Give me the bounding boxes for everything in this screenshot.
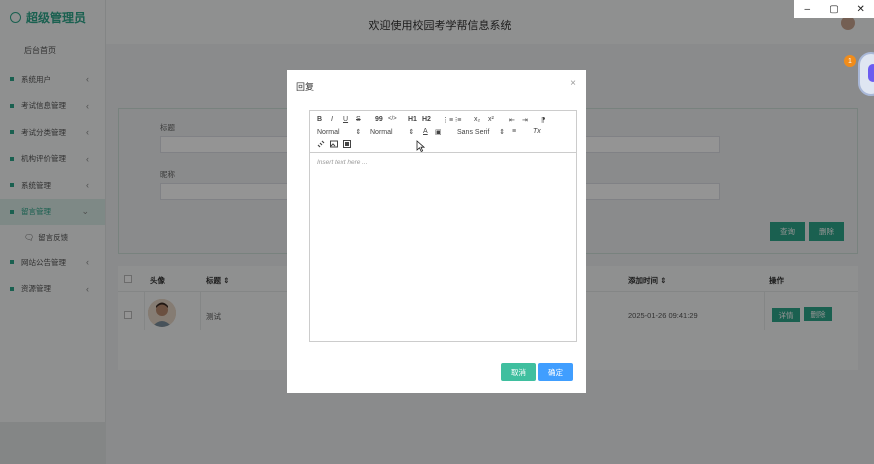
assistant-core-icon — [868, 64, 874, 82]
code-block-button[interactable]: </> — [388, 116, 397, 122]
blockquote-button[interactable]: 99 — [375, 116, 383, 123]
underline-button[interactable]: U — [343, 116, 348, 123]
heading1-button[interactable]: H1 — [408, 116, 417, 123]
reply-dialog: 回复 × B I U S 99 </> H1 H2 ⋮≡ ⁝≡ x₂ x² ⇤ … — [287, 70, 586, 393]
bold-button[interactable]: B — [317, 116, 322, 123]
header-select[interactable]: Normal ⇕ — [370, 128, 414, 136]
font-family-value: Sans Serif — [457, 129, 490, 136]
ordered-list-button[interactable]: ⋮≡ — [442, 116, 453, 124]
bullet-list-button[interactable]: ⁝≡ — [455, 116, 461, 124]
font-family-select[interactable]: Sans Serif ⇕ — [457, 128, 505, 136]
subscript-button[interactable]: x₂ — [474, 116, 480, 123]
heading2-button[interactable]: H2 — [422, 116, 431, 123]
mouse-cursor-icon — [416, 140, 425, 153]
select-arrows-icon: ⇕ — [499, 129, 506, 136]
outdent-button[interactable]: ⇤ — [509, 116, 515, 124]
header-select-value: Normal — [370, 129, 393, 136]
notification-badge: 1 — [844, 55, 856, 67]
background-color-button[interactable]: ▣ — [435, 128, 442, 136]
minimize-button[interactable]: – — [794, 0, 821, 18]
size-select[interactable]: Normal ⇕ — [317, 128, 361, 136]
link-icon[interactable] — [317, 140, 325, 150]
close-icon[interactable]: × — [570, 78, 576, 89]
indent-button[interactable]: ⇥ — [522, 116, 528, 124]
font-color-button[interactable]: A — [423, 128, 428, 135]
align-button[interactable]: ≡ — [512, 128, 516, 135]
editor-placeholder[interactable]: Insert text here ... — [317, 159, 368, 166]
strike-button[interactable]: S — [356, 116, 361, 123]
size-select-value: Normal — [317, 129, 340, 136]
text-direction-button[interactable]: ⁋ — [541, 116, 545, 124]
select-arrows-icon: ⇕ — [408, 129, 415, 136]
image-icon[interactable] — [330, 140, 338, 150]
close-window-button[interactable]: ✕ — [847, 0, 874, 18]
clean-format-button[interactable]: Tx — [533, 128, 541, 135]
window-controls: – ▢ ✕ — [794, 0, 874, 18]
select-arrows-icon: ⇕ — [355, 129, 362, 136]
cancel-button[interactable]: 取消 — [501, 363, 536, 381]
editor-toolbar: B I U S 99 </> H1 H2 ⋮≡ ⁝≡ x₂ x² ⇤ ⇥ ⁋ N… — [310, 111, 576, 153]
floating-assistant[interactable]: 1 — [844, 52, 874, 96]
restore-button[interactable]: ▢ — [821, 0, 848, 18]
dialog-title: 回复 — [296, 82, 315, 92]
italic-button[interactable]: I — [331, 116, 333, 123]
rich-text-editor: B I U S 99 </> H1 H2 ⋮≡ ⁝≡ x₂ x² ⇤ ⇥ ⁋ N… — [309, 110, 577, 342]
superscript-button[interactable]: x² — [488, 116, 494, 123]
confirm-button[interactable]: 确定 — [538, 363, 573, 381]
video-icon[interactable] — [343, 140, 351, 150]
